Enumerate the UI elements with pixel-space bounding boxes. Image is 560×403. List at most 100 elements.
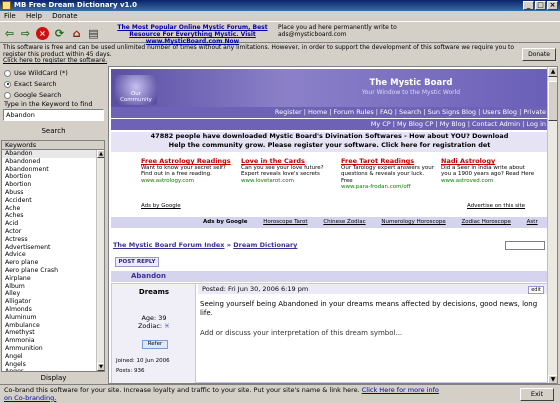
keyword-item[interactable]: Abandoned: [2, 158, 104, 166]
title-bar: MB Free Dream Dictionary v1.0 _ □ ×: [0, 0, 560, 11]
ad-url[interactable]: www.lovetarot.com: [241, 178, 336, 184]
keyword-item[interactable]: Airplane: [2, 275, 104, 283]
ad-url[interactable]: www.astroved.com: [441, 178, 536, 184]
browser-scroll-thumb[interactable]: [548, 81, 557, 121]
keyword-item[interactable]: Ammunition: [2, 345, 104, 353]
keyword-item[interactable]: Ache: [2, 205, 104, 213]
keyword-item[interactable]: Album: [2, 283, 104, 291]
community-line[interactable]: Help the community grow. Please register…: [111, 141, 548, 150]
post-reply-button[interactable]: POST REPLY: [115, 257, 159, 267]
home-icon[interactable]: ⌂: [70, 27, 83, 40]
keyword-item[interactable]: Almonds: [2, 306, 104, 314]
keyword-item[interactable]: Alley: [2, 290, 104, 298]
zodiac-label: Zodiac:: [137, 322, 163, 330]
radio-google-dot[interactable]: [4, 91, 11, 99]
radio-google[interactable]: Google Search: [4, 90, 104, 100]
keyword-scrollbar[interactable]: ▲ ▼: [96, 150, 104, 371]
post-author[interactable]: Dreams: [112, 288, 196, 296]
scroll-up-icon[interactable]: ▲: [97, 150, 104, 158]
menu-file[interactable]: File: [0, 11, 20, 21]
ad-love-cards[interactable]: Love in the Cards Can you see your love …: [241, 157, 336, 184]
refer-button[interactable]: Refer: [142, 340, 168, 349]
download-line[interactable]: 47882 people have downloaded Mystic Boar…: [111, 132, 548, 141]
ad-astrology[interactable]: Free Astrology Readings Want to know you…: [141, 157, 236, 184]
print-icon[interactable]: ▤: [87, 27, 100, 40]
ad-tarot[interactable]: Free Tarot Readings Our Tarology expert …: [341, 157, 436, 190]
keyword-input[interactable]: Abandon: [3, 109, 104, 121]
ad-title[interactable]: Free Tarot Readings: [341, 157, 436, 165]
radio-wildcard-dot[interactable]: [4, 69, 11, 77]
keyword-item[interactable]: Advertisement: [2, 244, 104, 252]
link-ad[interactable]: Numerology Horoscope: [381, 217, 445, 228]
thread-title: Abandon: [111, 271, 548, 282]
link-ads-bar: Ads by Google Horoscope Tarot Chinese Zo…: [111, 217, 548, 228]
ad-url[interactable]: www.astrology.com: [141, 178, 236, 184]
ad-title[interactable]: Free Astrology Readings: [141, 157, 236, 165]
keyword-item[interactable]: Amethyst: [2, 329, 104, 337]
browser-scroll-down-icon[interactable]: ▼: [548, 375, 557, 383]
keyword-item[interactable]: Aero plane Crash: [2, 267, 104, 275]
keyword-item[interactable]: Abandonment: [2, 166, 104, 174]
register-link[interactable]: Click here to register the software.: [3, 57, 107, 64]
ad-url[interactable]: www.para-frodan.com/off: [341, 184, 436, 190]
keyword-item[interactable]: Anger: [2, 368, 104, 371]
breadcrumb-dream-dictionary[interactable]: Dream Dictionary: [233, 241, 297, 249]
keyword-item[interactable]: Alligator: [2, 298, 104, 306]
menu-help[interactable]: Help: [22, 11, 46, 21]
exit-button[interactable]: Exit: [520, 388, 554, 401]
keyword-item[interactable]: Actress: [2, 236, 104, 244]
keyword-item[interactable]: Ammonia: [2, 337, 104, 345]
ad-nadi[interactable]: Nadi Astrology Did a Seer in India write…: [441, 157, 536, 184]
keyword-item[interactable]: Abandon: [2, 150, 104, 158]
keyword-item[interactable]: Abuss: [2, 189, 104, 197]
keyword-item[interactable]: Actor: [2, 228, 104, 236]
forum-search-box[interactable]: [505, 241, 545, 250]
back-icon[interactable]: ⇦: [3, 27, 16, 40]
keyword-item[interactable]: Aero plane: [2, 259, 104, 267]
donate-button[interactable]: Donate: [522, 48, 556, 61]
browser-pane[interactable]: Our Community The Mystic Board Your Wind…: [108, 66, 558, 384]
keyword-list[interactable]: Keywords Abandon Abandoned Abandonment Abor…: [1, 140, 105, 372]
keyword-item[interactable]: Abortion: [2, 173, 104, 181]
forum-banner: Our Community The Mystic Board Your Wind…: [111, 69, 548, 107]
breadcrumb-forum-index[interactable]: The Mystic Board Forum Index: [113, 241, 225, 249]
search-button[interactable]: Search: [3, 125, 104, 137]
edit-button[interactable]: edit: [528, 286, 544, 294]
toolbar-ad-link[interactable]: The Most Popular Online Mystic Forum, Be…: [110, 24, 275, 45]
toolbar-ad-note: Place you ad here permanently write to a…: [278, 24, 397, 38]
keyword-item[interactable]: Aluminum: [2, 314, 104, 322]
forum-nav-primary[interactable]: Register | Home | Forum Rules | FAQ | Se…: [111, 107, 548, 118]
link-ad[interactable]: Zodiac Horoscope: [461, 217, 510, 228]
scroll-down-icon[interactable]: ▼: [97, 363, 104, 371]
refresh-icon[interactable]: ⟳: [53, 27, 66, 40]
keyword-item[interactable]: Ambulance: [2, 322, 104, 330]
stop-icon[interactable]: ×: [36, 27, 49, 40]
radio-wildcard[interactable]: Use WildCard (*): [4, 68, 104, 78]
browser-scrollbar[interactable]: ▲ ▼: [547, 67, 557, 383]
ad-title[interactable]: Nadi Astrology: [441, 157, 536, 165]
keyword-label: Type in the Keyword to find: [4, 100, 93, 108]
ads-by-google[interactable]: Ads by Google: [141, 203, 181, 209]
link-ad[interactable]: Chinese Zodiac: [323, 217, 365, 228]
minimize-button[interactable]: _: [523, 1, 534, 10]
radio-exact-dot[interactable]: [4, 80, 11, 88]
browser-scroll-up-icon[interactable]: ▲: [548, 67, 557, 77]
advertise-link[interactable]: Advertise on this site: [467, 203, 525, 209]
close-button[interactable]: ×: [547, 1, 558, 10]
forward-icon[interactable]: ⇨: [19, 27, 32, 40]
link-ad[interactable]: Horoscope Tarot: [263, 217, 307, 228]
menu-donate[interactable]: Donate: [48, 11, 81, 21]
ad-title[interactable]: Love in the Cards: [241, 157, 336, 165]
keyword-item[interactable]: Acid: [2, 220, 104, 228]
keyword-item[interactable]: Accident: [2, 197, 104, 205]
link-ad[interactable]: Astr: [527, 217, 538, 228]
forum-nav-secondary[interactable]: My CP | My Blog CP | My Blog | Contact A…: [111, 119, 548, 130]
keyword-item[interactable]: Advice: [2, 251, 104, 259]
radio-exact[interactable]: Exact Search: [4, 79, 104, 89]
keyword-item[interactable]: Aches: [2, 212, 104, 220]
keyword-item[interactable]: Angel: [2, 353, 104, 361]
keyword-item[interactable]: Angels: [2, 361, 104, 369]
keyword-item[interactable]: Abortion: [2, 181, 104, 189]
display-button[interactable]: Display: [2, 374, 105, 383]
maximize-button[interactable]: □: [535, 1, 546, 10]
